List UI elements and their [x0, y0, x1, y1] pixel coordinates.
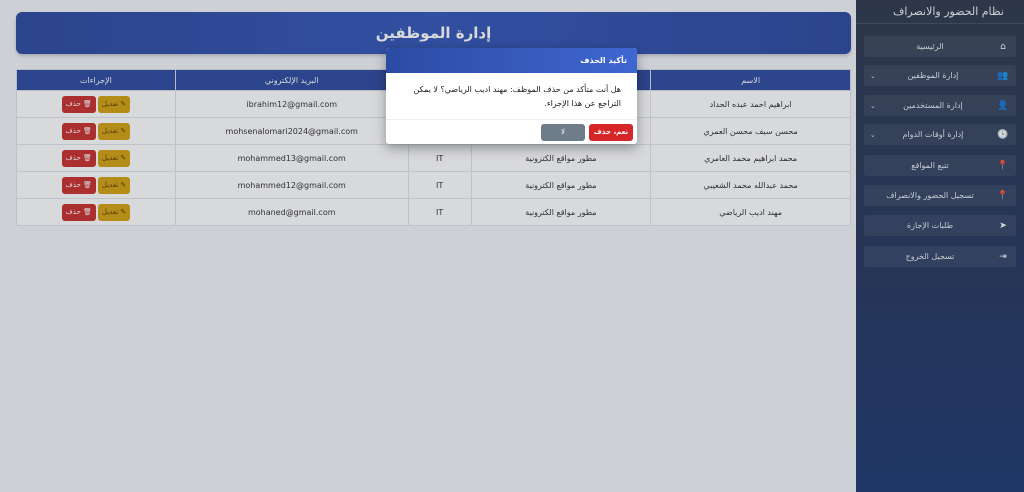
confirm-delete-button[interactable]: نعم، حذف [589, 123, 633, 141]
delete-confirm-dialog: تأكيد الحذف هل أنت متأكد من حذف الموظف: … [386, 48, 637, 144]
cancel-button[interactable]: لا [541, 123, 585, 141]
dialog-title: تأكيد الحذف [386, 48, 637, 73]
dialog-footer: نعم، حذف لا [386, 119, 637, 144]
dialog-message: هل أنت متأكد من حذف الموظف: مهند اديب ال… [413, 85, 621, 108]
